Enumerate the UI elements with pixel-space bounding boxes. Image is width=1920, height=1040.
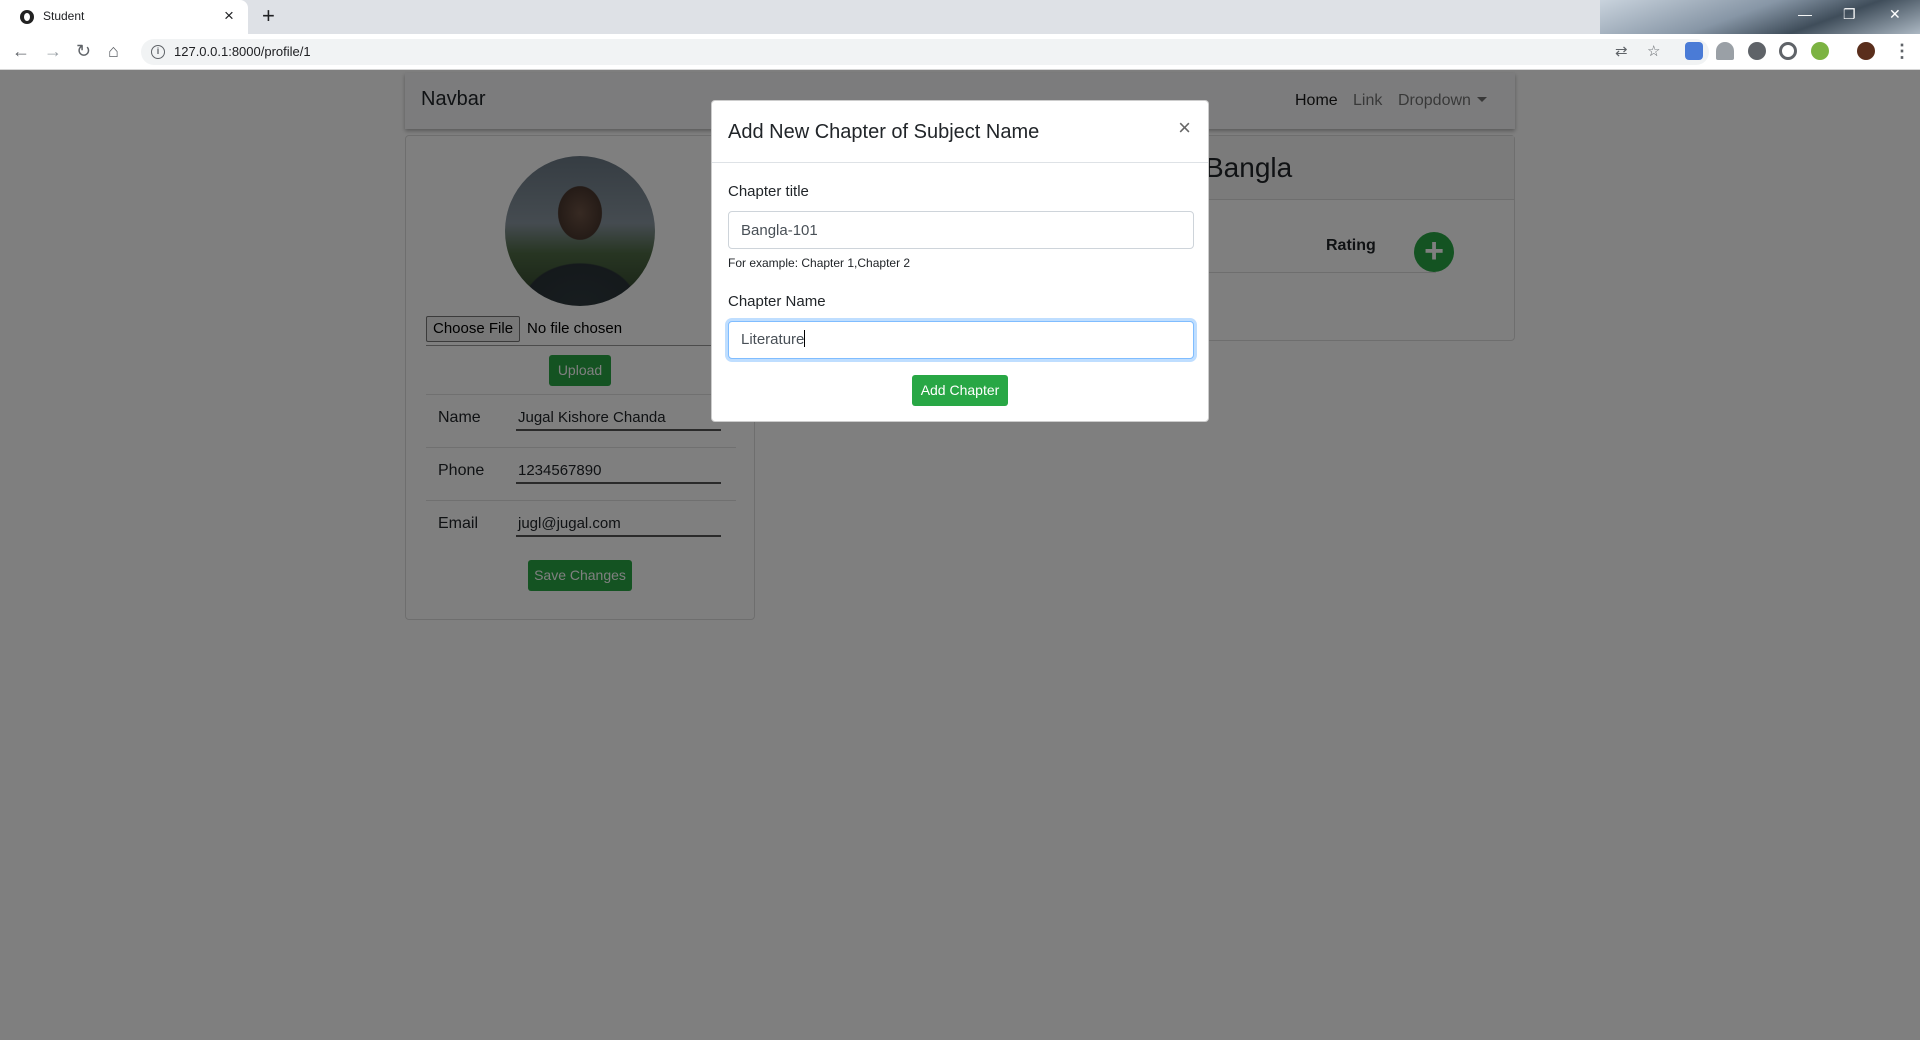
home-icon[interactable]: ⌂ <box>108 41 119 61</box>
chapter-name-value: Literature <box>741 331 805 348</box>
extension-translate-icon[interactable] <box>1685 42 1703 60</box>
add-chapter-modal: Add New Chapter of Subject Name × Chapte… <box>711 100 1209 422</box>
modal-header: Add New Chapter of Subject Name × <box>712 101 1208 163</box>
window-background-image <box>1600 0 1920 34</box>
new-tab-button[interactable]: + <box>262 3 275 29</box>
reload-icon[interactable]: ↻ <box>76 41 91 61</box>
browser-tab[interactable]: Student × <box>0 0 248 34</box>
modal-title: Add New Chapter of Subject Name <box>728 121 1040 143</box>
menu-kebab-icon[interactable]: ⋮ <box>1893 41 1911 61</box>
modal-close-icon[interactable]: × <box>1178 117 1191 139</box>
back-arrow-icon[interactable]: ← <box>12 41 30 61</box>
add-chapter-button[interactable]: Add Chapter <box>912 375 1008 406</box>
url-input[interactable]: i 127.0.0.1:8000/profile/1 ⇄ ☆ <box>141 39 1709 65</box>
bookmark-star-icon[interactable]: ☆ <box>1647 43 1660 61</box>
browser-tab-strip: Student × + — ❐ ✕ <box>0 0 1920 34</box>
favicon-icon <box>20 10 34 24</box>
text-cursor <box>804 330 806 347</box>
chapter-title-label: Chapter title <box>728 183 809 200</box>
tab-title: Student <box>43 9 85 23</box>
translate-icon[interactable]: ⇄ <box>1615 43 1628 61</box>
site-info-icon[interactable]: i <box>151 45 165 59</box>
forward-arrow-icon[interactable]: → <box>44 41 62 61</box>
maximize-icon[interactable]: ❐ <box>1843 4 1856 24</box>
extension-drive-icon[interactable] <box>1716 42 1734 60</box>
chapter-title-input[interactable] <box>728 211 1194 249</box>
chapter-name-input[interactable]: Literature <box>728 321 1194 359</box>
address-bar: ← → ↻ ⌂ i 127.0.0.1:8000/profile/1 ⇄ ☆ ⋮ <box>0 34 1920 70</box>
chapter-title-help: For example: Chapter 1,Chapter 2 <box>728 256 911 270</box>
extension-react-icon[interactable] <box>1748 42 1766 60</box>
chapter-name-label: Chapter Name <box>728 293 826 310</box>
extension-green-icon[interactable] <box>1811 42 1829 60</box>
profile-avatar-icon[interactable] <box>1857 42 1875 60</box>
minimize-icon[interactable]: — <box>1798 4 1812 24</box>
extension-camera-icon[interactable] <box>1779 42 1797 60</box>
window-close-icon[interactable]: ✕ <box>1889 4 1901 24</box>
url-text: 127.0.0.1:8000/profile/1 <box>174 44 311 59</box>
tab-close-icon[interactable]: × <box>224 6 234 26</box>
